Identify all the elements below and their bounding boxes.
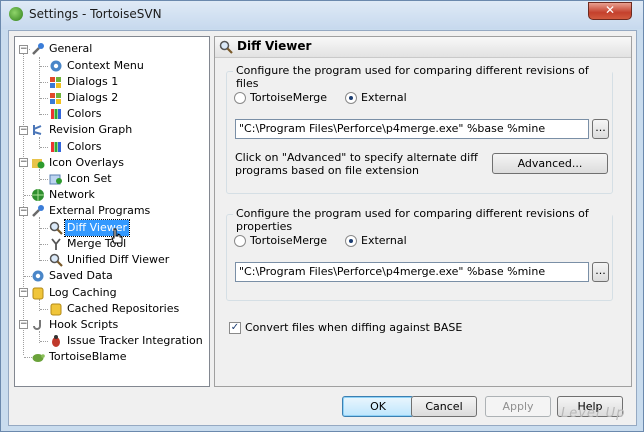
tree-item-label: TortoiseBlame [49,350,127,363]
tree-item-label: Issue Tracker Integration [67,334,203,347]
tree-line [39,217,40,261]
palette-icon [51,109,61,119]
props-group-legend: Configure the program used for comparing… [233,207,612,233]
expander-hook-scripts[interactable]: − [19,320,28,329]
title-bar[interactable]: Settings - TortoiseSVN ✕ [1,1,643,29]
database-icon [50,303,62,316]
merge-icon [51,238,61,250]
advanced-button[interactable]: Advanced... [492,153,608,174]
tortoise-icon [32,354,45,362]
tree-item-label: Revision Graph [49,123,133,136]
props-tortoisemerge-label: TortoiseMerge [250,234,328,247]
tree-line [40,228,48,229]
magnifier-icon [49,221,63,235]
tree-item-label: Hook Scripts [49,318,119,331]
tree-item-label: Icon Overlays [49,156,124,169]
tree-line [40,82,48,83]
tree-item-label: Icon Set [67,172,112,185]
tree-item-label: Dialogs 1 [67,75,119,88]
tree-line [23,49,24,355]
tree-item-label: External Programs [49,204,151,217]
tree-line [40,98,48,99]
files-tortoisemerge-label: TortoiseMerge [250,91,328,104]
tree-line [40,244,48,245]
convert-files-label: Convert files when diffing against BASE [245,321,463,334]
cancel-button[interactable]: Cancel [411,396,477,417]
panel-header: Diff Viewer [215,37,631,58]
tree-line [40,147,48,148]
props-tortoisemerge-radio[interactable] [234,235,246,247]
magnifier-icon [49,253,63,267]
level-up-watermark: Level Up [561,406,626,421]
files-external-radio[interactable] [345,92,357,104]
tree-item-label: Log Caching [49,286,117,299]
expander-log-caching[interactable]: − [19,288,28,297]
convert-files-checkbox[interactable]: ✓ [229,322,241,334]
tree-item-label: Saved Data [49,269,113,282]
files-browse-button[interactable]: ... [592,119,609,139]
tortoisesvn-app-icon [9,7,23,21]
panel-title: Diff Viewer [237,39,312,53]
tree-line [40,309,48,310]
files-diff-group: Configure the program used for comparing… [226,64,613,194]
tree-item-label: Colors [67,140,102,153]
props-external-label: External [361,234,407,247]
props-external-radio[interactable] [345,235,357,247]
gear-icon [32,270,44,282]
window-title: Settings - TortoiseSVN [29,7,162,21]
windows-flag-icon [50,77,61,88]
tree-item-label: Context Menu [67,59,144,72]
expander-external-programs[interactable]: − [19,207,28,216]
bug-icon [52,335,60,347]
tree-item-label: Unified Diff Viewer [67,253,170,266]
gear-icon [50,60,62,72]
overlay-icon [32,159,45,169]
props-browse-button[interactable]: ... [592,262,609,282]
tree-line [40,341,48,342]
windows-flag-icon [50,93,61,104]
diff-viewer-panel: Diff Viewer Configure the program used f… [214,36,632,387]
settings-tree[interactable]: − − − − − − General Context Menu Dialogs… [14,36,210,387]
hook-icon [33,320,41,330]
files-tortoisemerge-radio[interactable] [234,92,246,104]
properties-diff-group: Configure the program used for comparing… [226,207,613,301]
ok-button[interactable]: OK [342,396,414,417]
tree-line [40,260,48,261]
apply-button[interactable]: Apply [485,396,551,417]
files-group-legend: Configure the program used for comparing… [233,64,612,90]
iconset-icon [49,174,62,185]
tree-line [40,179,48,180]
tree-item-label: Network [49,188,95,201]
database-icon [32,287,44,300]
tree-item-label: Colors [67,107,102,120]
files-external-label: External [361,91,407,104]
globe-icon [32,189,44,201]
files-diff-command-input[interactable]: "C:\Program Files\Perforce\p4merge.exe" … [235,119,589,139]
expander-icon-overlays[interactable]: − [19,158,28,167]
expander-general[interactable]: − [19,45,28,54]
tree-line [40,66,48,67]
advanced-hint-text: Click on "Advanced" to specify alternate… [235,151,478,177]
expander-revision-graph[interactable]: − [19,126,28,135]
props-diff-command-input[interactable]: "C:\Program Files\Perforce\p4merge.exe" … [235,262,589,282]
wrench-icon [32,43,44,55]
settings-window: Settings - TortoiseSVN ✕ − − − − − − Gen… [0,0,644,432]
palette-icon [51,142,61,152]
wrench-icon [32,205,44,217]
tree-item-label: Dialogs 2 [67,91,119,104]
close-button[interactable]: ✕ [588,2,632,20]
close-icon: ✕ [604,3,616,17]
tree-item-label: Cached Repositories [67,302,180,315]
magnifier-icon [219,40,233,54]
graph-icon [33,125,42,135]
hand-cursor-icon [111,228,123,244]
dialog-client-area: − − − − − − General Context Menu Dialogs… [8,30,637,426]
tree-line [40,114,48,115]
tree-item-label: General [49,42,93,55]
